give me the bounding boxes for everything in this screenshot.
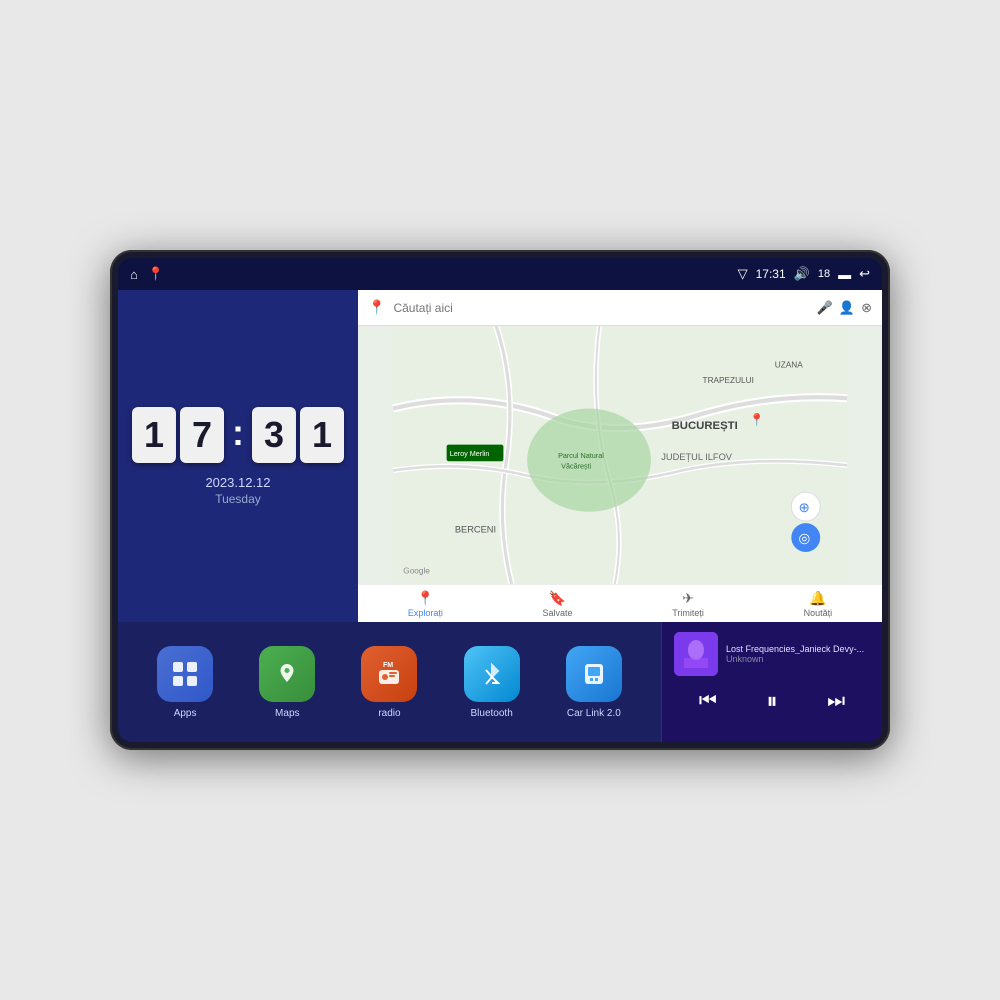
min-ones-digit: 1 (300, 407, 344, 463)
account-icon[interactable]: 👤 (839, 300, 855, 316)
radio-label: radio (378, 708, 400, 719)
map-search-bar[interactable]: 📍 🎤 👤 ⊗ (358, 290, 882, 326)
news-label: Noutăți (804, 608, 833, 618)
map-bottom-nav: 📍 Explorați 🔖 Salvate ✈ Trimiteți 🔔 (358, 584, 882, 622)
svg-text:Parcul Natural: Parcul Natural (558, 451, 604, 460)
status-bar-left: ⌂ 📍 (130, 266, 164, 282)
app-item-bluetooth[interactable]: Bluetooth (464, 646, 520, 719)
news-icon: 🔔 (809, 590, 826, 607)
layers-icon[interactable]: ⊗ (861, 300, 872, 316)
volume-icon: 🔊 (794, 266, 810, 282)
svg-text:Leroy Merlin: Leroy Merlin (450, 449, 490, 458)
apps-icon-box (157, 646, 213, 702)
day-text: Tuesday (205, 492, 270, 506)
saved-icon: 🔖 (549, 590, 566, 607)
top-row: 1 7 : 3 1 2023.12.12 Tuesday (118, 290, 882, 622)
app-item-radio[interactable]: FM radio (361, 646, 417, 719)
main-content: 1 7 : 3 1 2023.12.12 Tuesday (118, 290, 882, 742)
min-tens-digit: 3 (252, 407, 296, 463)
status-bar-right: ▽ 17:31 🔊 18 ▬ ↩ (738, 266, 870, 282)
minutes-group: 3 1 (252, 407, 344, 463)
svg-text:⊕: ⊕ (799, 500, 810, 515)
map-widget[interactable]: 📍 🎤 👤 ⊗ (358, 290, 882, 622)
music-thumbnail (674, 632, 718, 676)
apps-label: Apps (174, 708, 197, 719)
music-next-button[interactable]: ⏭ (821, 688, 851, 715)
home-icon[interactable]: ⌂ (130, 267, 138, 282)
bluetooth-label: Bluetooth (471, 708, 513, 719)
apps-area: Apps Maps (118, 622, 661, 742)
svg-text:BERCENI: BERCENI (455, 524, 496, 534)
map-nav-news[interactable]: 🔔 Noutăți (804, 590, 833, 618)
battery-number: 18 (818, 268, 830, 280)
map-nav-saved[interactable]: 🔖 Salvate (543, 590, 573, 618)
music-controls: ⏮ ⏸ ⏭ (674, 682, 870, 720)
map-nav-explore[interactable]: 📍 Explorați (408, 590, 443, 618)
svg-text:UZANA: UZANA (775, 360, 803, 369)
maps-icon-box (259, 646, 315, 702)
flip-clock: 1 7 : 3 1 (132, 407, 344, 463)
svg-text:FM: FM (383, 662, 393, 669)
music-info: Lost Frequencies_Janieck Devy-... Unknow… (674, 632, 870, 676)
hours-group: 1 7 (132, 407, 224, 463)
music-artist: Unknown (726, 654, 870, 664)
clock-colon: : (232, 412, 244, 454)
send-icon: ✈ (682, 590, 694, 607)
app-item-carlink[interactable]: Car Link 2.0 (566, 646, 622, 719)
music-title: Lost Frequencies_Janieck Devy-... (726, 644, 870, 654)
explore-label: Explorați (408, 608, 443, 618)
send-label: Trimiteți (672, 608, 704, 618)
bottom-row: Apps Maps (118, 622, 882, 742)
svg-text:📍: 📍 (749, 412, 764, 427)
maps-icon[interactable]: 📍 (148, 266, 164, 282)
hour-ones-digit: 7 (180, 407, 224, 463)
signal-icon: ▽ (738, 266, 748, 282)
car-display-device: ⌂ 📍 ▽ 17:31 🔊 18 ▬ ↩ 1 (110, 250, 890, 750)
svg-text:Văcărești: Văcărești (561, 461, 591, 470)
music-play-button[interactable]: ⏸ (760, 686, 783, 716)
battery-icon: ▬ (838, 267, 851, 282)
svg-text:JUDEȚUL ILFOV: JUDEȚUL ILFOV (661, 452, 733, 462)
music-player: Lost Frequencies_Janieck Devy-... Unknow… (662, 622, 882, 742)
carlink-label: Car Link 2.0 (567, 708, 621, 719)
saved-label: Salvate (543, 608, 573, 618)
map-search-icons: 🎤 👤 ⊗ (817, 300, 872, 316)
svg-text:TRAPEZULUI: TRAPEZULUI (703, 376, 754, 385)
map-pin-icon: 📍 (368, 299, 385, 316)
device-screen: ⌂ 📍 ▽ 17:31 🔊 18 ▬ ↩ 1 (118, 258, 882, 742)
clock-widget: 1 7 : 3 1 2023.12.12 Tuesday (118, 290, 358, 622)
svg-text:Google: Google (403, 567, 430, 576)
map-search-input[interactable] (393, 301, 808, 315)
status-time: 17:31 (756, 267, 786, 281)
svg-text:◎: ◎ (799, 531, 811, 546)
music-prev-button[interactable]: ⏮ (693, 688, 723, 715)
bluetooth-icon-box (464, 646, 520, 702)
carlink-icon-box (566, 646, 622, 702)
clock-date: 2023.12.12 Tuesday (205, 475, 270, 506)
maps-label: Maps (275, 708, 299, 719)
svg-text:BUCUREȘTI: BUCUREȘTI (672, 420, 738, 432)
hour-tens-digit: 1 (132, 407, 176, 463)
mic-icon[interactable]: 🎤 (817, 300, 833, 316)
app-item-maps[interactable]: Maps (259, 646, 315, 719)
status-bar: ⌂ 📍 ▽ 17:31 🔊 18 ▬ ↩ (118, 258, 882, 290)
map-area[interactable]: Parcul Natural Văcărești BUCUREȘTI JUDEȚ… (358, 326, 882, 584)
app-item-apps[interactable]: Apps (157, 646, 213, 719)
explore-icon: 📍 (417, 590, 434, 607)
music-meta: Lost Frequencies_Janieck Devy-... Unknow… (726, 644, 870, 664)
map-nav-send[interactable]: ✈ Trimiteți (672, 590, 704, 618)
date-text: 2023.12.12 (205, 475, 270, 490)
radio-icon-box: FM (361, 646, 417, 702)
back-icon[interactable]: ↩ (859, 266, 870, 282)
